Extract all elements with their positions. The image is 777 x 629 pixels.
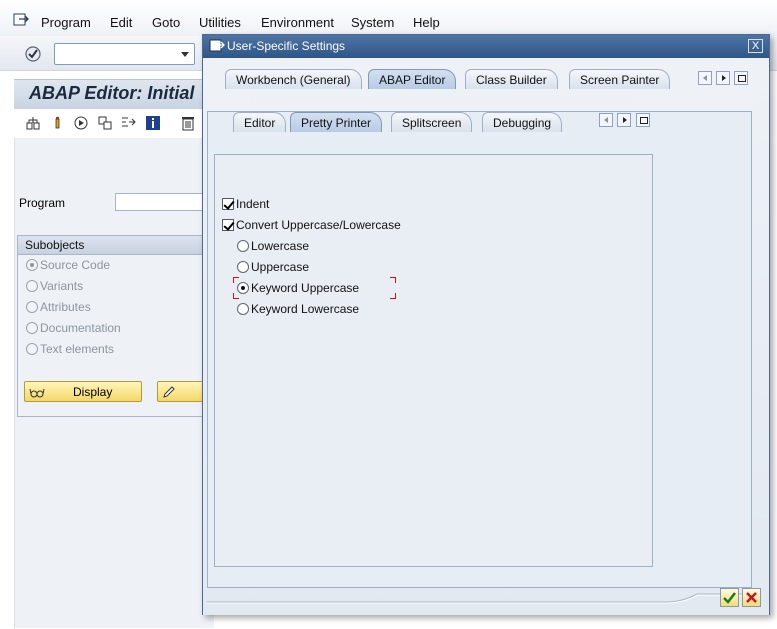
focus-marker bbox=[233, 293, 239, 299]
indent-checkbox[interactable]: Indent bbox=[222, 197, 269, 211]
checkbox[interactable] bbox=[222, 219, 234, 231]
tab-debugging[interactable]: Debugging bbox=[482, 112, 563, 132]
chevron-down-icon[interactable] bbox=[181, 52, 189, 57]
focus-marker bbox=[233, 277, 239, 283]
dialog-content: Workbench (General) ABAP Editor Class Bu… bbox=[203, 58, 769, 615]
indent-label: Indent bbox=[236, 197, 270, 211]
focus-marker bbox=[390, 293, 396, 299]
radio-button[interactable] bbox=[26, 322, 38, 334]
menu-goto[interactable]: Goto bbox=[152, 15, 180, 30]
subtab-list-icon[interactable] bbox=[636, 113, 650, 127]
close-icon[interactable]: X bbox=[748, 39, 763, 53]
menu-environment[interactable]: Environment bbox=[261, 15, 334, 30]
confirm-button[interactable] bbox=[720, 588, 739, 607]
tab-abap-editor[interactable]: ABAP Editor bbox=[368, 69, 457, 89]
radio-keyword-lowercase[interactable]: Keyword Lowercase bbox=[237, 302, 359, 316]
menu-utilities[interactable]: Utilities bbox=[199, 15, 241, 30]
radio-button[interactable] bbox=[237, 261, 249, 273]
radio-button[interactable] bbox=[237, 303, 249, 315]
marker-icon[interactable] bbox=[50, 115, 66, 131]
program-label: Program bbox=[19, 196, 66, 210]
radio-variants[interactable]: Variants bbox=[26, 279, 83, 293]
subtab-panel bbox=[214, 154, 653, 567]
radio-label: Source Code bbox=[40, 258, 111, 272]
convert-case-checkbox[interactable]: Convert Uppercase/Lowercase bbox=[222, 218, 401, 232]
user-settings-dialog: User-Specific Settings X Workbench (Gene… bbox=[202, 34, 770, 615]
radio-label: Text elements bbox=[40, 342, 115, 356]
menu-bar: Program Edit Goto Utilities Environment … bbox=[0, 0, 777, 36]
tab-scroll-right-icon[interactable] bbox=[716, 71, 730, 85]
tab-workbench-general[interactable]: Workbench (General) bbox=[225, 69, 362, 89]
display-button[interactable]: Display bbox=[24, 381, 142, 402]
checkbox[interactable] bbox=[222, 198, 234, 210]
subtab-scroll-left-icon[interactable] bbox=[599, 113, 613, 127]
page-title: ABAP Editor: Initial bbox=[29, 83, 195, 103]
subtab-scroll-right-icon[interactable] bbox=[617, 113, 631, 127]
where-used-icon[interactable] bbox=[25, 115, 41, 131]
command-field[interactable] bbox=[54, 43, 195, 65]
menu-edit[interactable]: Edit bbox=[110, 15, 132, 30]
glasses-icon bbox=[29, 388, 45, 398]
tab-list-icon[interactable] bbox=[734, 71, 748, 85]
tab-screen-painter[interactable]: Screen Painter bbox=[569, 69, 671, 89]
radio-label: Keyword Lowercase bbox=[251, 302, 360, 316]
radio-button[interactable] bbox=[26, 280, 38, 292]
radio-lowercase[interactable]: Lowercase bbox=[237, 239, 309, 253]
radio-uppercase[interactable]: Uppercase bbox=[237, 260, 309, 274]
tab-pretty-printer[interactable]: Pretty Printer bbox=[290, 112, 383, 132]
tab-splitscreen[interactable]: Splitscreen bbox=[391, 112, 473, 132]
tab-editor[interactable]: Editor bbox=[233, 112, 287, 132]
convert-case-label: Convert Uppercase/Lowercase bbox=[236, 218, 401, 232]
focus-marker bbox=[390, 277, 396, 283]
radio-button[interactable] bbox=[26, 343, 38, 355]
radio-label: Lowercase bbox=[251, 239, 310, 253]
radio-documentation[interactable]: Documentation bbox=[26, 321, 121, 335]
radio-label: Uppercase bbox=[251, 260, 310, 274]
pencil-icon bbox=[163, 386, 175, 398]
subobjects-title: Subobjects bbox=[25, 238, 85, 252]
radio-label: Attributes bbox=[40, 300, 91, 314]
menu-program[interactable]: Program bbox=[41, 15, 91, 30]
dialog-title: User-Specific Settings bbox=[227, 39, 346, 53]
copy-icon[interactable] bbox=[97, 115, 113, 131]
menu-system[interactable]: System bbox=[351, 15, 394, 30]
radio-button[interactable] bbox=[26, 259, 38, 271]
cancel-x-icon bbox=[746, 592, 757, 603]
radio-label: Variants bbox=[40, 279, 84, 293]
screen-title-bar: ABAP Editor: Initial bbox=[14, 79, 214, 109]
display-button-label: Display bbox=[73, 385, 113, 399]
enter-check-icon[interactable] bbox=[24, 45, 42, 63]
rename-icon[interactable] bbox=[120, 115, 136, 131]
radio-button[interactable] bbox=[237, 240, 249, 252]
dialog-menu-icon[interactable] bbox=[209, 39, 225, 53]
footer-divider bbox=[207, 593, 752, 604]
radio-attributes[interactable]: Attributes bbox=[26, 300, 91, 314]
system-menu-icon[interactable] bbox=[13, 13, 29, 27]
dialog-titlebar[interactable]: User-Specific Settings X bbox=[203, 35, 769, 58]
radio-source-code[interactable]: Source Code bbox=[26, 258, 110, 272]
checkmark-icon bbox=[723, 592, 736, 604]
radio-label: Documentation bbox=[40, 321, 121, 335]
menu-help[interactable]: Help bbox=[413, 15, 440, 30]
subobjects-header: Subobjects bbox=[18, 236, 213, 255]
change-button[interactable] bbox=[157, 381, 207, 402]
test-icon[interactable] bbox=[73, 115, 89, 131]
tab-class-builder[interactable]: Class Builder bbox=[465, 69, 558, 89]
radio-text-elements[interactable]: Text elements bbox=[26, 342, 114, 356]
radio-keyword-uppercase[interactable]: Keyword Uppercase bbox=[237, 281, 359, 295]
radio-button[interactable] bbox=[26, 301, 38, 313]
cancel-button[interactable] bbox=[742, 588, 761, 607]
info-icon[interactable] bbox=[145, 115, 161, 131]
tab-scroll-left-icon[interactable] bbox=[698, 71, 712, 85]
application-toolbar bbox=[14, 111, 214, 137]
radio-label: Keyword Uppercase bbox=[251, 281, 360, 295]
delete-icon[interactable] bbox=[180, 115, 196, 131]
program-input[interactable] bbox=[115, 193, 215, 211]
